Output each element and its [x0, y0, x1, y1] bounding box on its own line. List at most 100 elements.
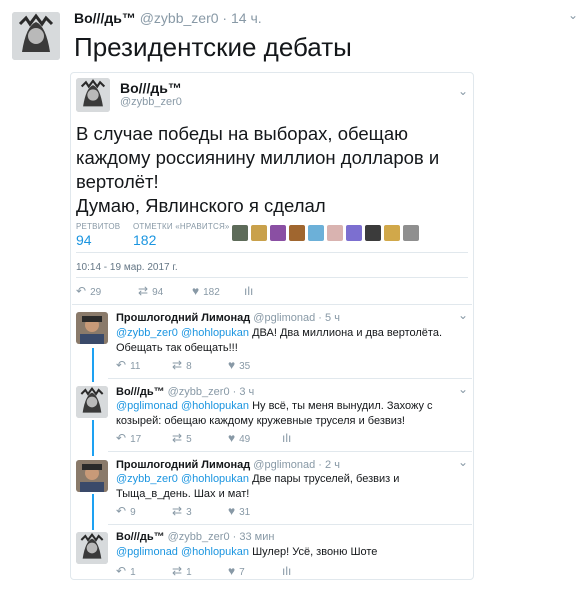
tweet-text-line: каждому россиянину миллион долларов и	[76, 147, 440, 168]
liker-avatar[interactable]	[327, 225, 343, 241]
reply-body: Шулер! Усё, звоню Шоте	[249, 546, 378, 558]
reply-time[interactable]: 2 ч	[325, 459, 340, 471]
chevron-down-icon[interactable]: ⌄	[458, 84, 468, 98]
reply-text: @pglimonad @hohlopukan Ну всё, ты меня в…	[116, 399, 468, 429]
author-handle[interactable]: @zybb_zer0	[140, 10, 219, 26]
chevron-down-icon[interactable]: ⌄	[458, 455, 468, 469]
reply-button[interactable]: ↶ 9	[116, 504, 136, 518]
avatar-image	[12, 12, 60, 60]
tweet-text-line: вертолёт!	[76, 171, 159, 192]
outer-tweet-header: Во///дь™ @zybb_zer0 · 14 ч.	[74, 10, 262, 26]
retweet-count: 1	[186, 567, 192, 578]
retweet-button[interactable]: ⇄ 1	[172, 564, 192, 578]
reply-header: Во///дь™ @zybb_zer0 · 3 ч	[116, 386, 254, 398]
reply-time[interactable]: 5 ч	[325, 312, 340, 324]
author-name[interactable]: Прошлогодний Лимонад	[116, 459, 250, 471]
likes-count[interactable]: 182	[133, 232, 156, 248]
heart-icon: ♥	[228, 564, 236, 578]
main-tweet-text: В случае победы на выборах, обещаю каждо…	[76, 122, 468, 218]
reply-button[interactable]: ↶ 17	[116, 431, 141, 445]
separator-dot: ·	[318, 459, 322, 471]
author-name[interactable]: Во///дь™	[120, 80, 182, 96]
analytics-button[interactable]: ılı	[282, 564, 295, 578]
reply-count: 9	[130, 507, 136, 518]
chevron-down-icon[interactable]: ⌄	[568, 8, 578, 22]
retweet-count: 8	[186, 361, 192, 372]
thread-line	[92, 348, 94, 382]
like-button[interactable]: ♥ 49	[228, 431, 250, 445]
tweet-text-line: Думаю, Явлинского я сделал	[76, 195, 326, 216]
reply-time[interactable]: 33 мин	[239, 531, 274, 543]
avatar[interactable]	[12, 12, 60, 60]
tweet-time[interactable]: 14 ч.	[231, 10, 262, 26]
author-name[interactable]: Во///дь™	[116, 531, 165, 543]
analytics-icon: ılı	[244, 284, 254, 298]
avatar[interactable]	[76, 460, 108, 492]
avatar[interactable]	[76, 312, 108, 344]
reply-time[interactable]: 3 ч	[239, 386, 254, 398]
liker-avatar[interactable]	[251, 225, 267, 241]
analytics-button[interactable]: ılı	[282, 431, 295, 445]
mention-link[interactable]: @zybb_zer0 @hohlopukan	[116, 473, 249, 485]
author-handle[interactable]: @zybb_zer0	[168, 531, 230, 543]
author-name[interactable]: Прошлогодний Лимонад	[116, 312, 250, 324]
mention-link[interactable]: @pglimonad @hohlopukan	[116, 546, 249, 558]
reply-button[interactable]: ↶ 29	[76, 284, 101, 298]
retweet-button[interactable]: ⇄ 5	[172, 431, 192, 445]
liker-avatar[interactable]	[365, 225, 381, 241]
reply-button[interactable]: ↶ 1	[116, 564, 136, 578]
tweet-text-line: В случае победы на выборах, обещаю	[76, 123, 409, 144]
reply-header: Прошлогодний Лимонад @pglimonad · 2 ч	[116, 459, 340, 471]
author-handle[interactable]: @pglimonad	[253, 312, 315, 324]
like-button[interactable]: ♥ 7	[228, 564, 245, 578]
retweet-button[interactable]: ⇄ 8	[172, 358, 192, 372]
avatar[interactable]	[76, 532, 108, 564]
author-handle[interactable]: @zybb_zer0	[168, 386, 230, 398]
retweet-icon: ⇄	[172, 431, 183, 445]
analytics-icon: ılı	[282, 431, 292, 445]
author-handle[interactable]: @zybb_zer0	[120, 96, 182, 108]
avatar[interactable]	[76, 78, 110, 112]
retweet-button[interactable]: ⇄ 3	[172, 504, 192, 518]
heart-icon: ♥	[192, 284, 200, 298]
liker-avatar[interactable]	[346, 225, 362, 241]
reply-count: 29	[90, 287, 102, 298]
retweet-icon: ⇄	[172, 564, 183, 578]
analytics-button[interactable]: ılı	[244, 284, 257, 298]
liker-avatar[interactable]	[308, 225, 324, 241]
like-count: 182	[203, 287, 220, 298]
like-button[interactable]: ♥ 182	[192, 284, 220, 298]
like-button[interactable]: ♥ 31	[228, 504, 250, 518]
liker-avatar[interactable]	[270, 225, 286, 241]
author-name[interactable]: Во///дь™	[74, 10, 136, 26]
heart-icon: ♥	[228, 431, 236, 445]
chevron-down-icon[interactable]: ⌄	[458, 382, 468, 396]
tweet-date[interactable]: 10:14 - 19 мар. 2017 г.	[76, 262, 178, 273]
divider	[72, 304, 472, 305]
like-button[interactable]: ♥ 35	[228, 358, 250, 372]
mention-link[interactable]: @pglimonad @hohlopukan	[116, 400, 249, 412]
retweet-icon: ⇄	[172, 358, 183, 372]
chevron-down-icon[interactable]: ⌄	[458, 308, 468, 322]
like-count: 7	[239, 567, 245, 578]
reply-count: 11	[130, 361, 141, 372]
author-handle[interactable]: @pglimonad	[253, 459, 315, 471]
liker-avatar[interactable]	[232, 225, 248, 241]
reply-button[interactable]: ↶ 11	[116, 358, 140, 372]
liker-avatar[interactable]	[289, 225, 305, 241]
retweet-button[interactable]: ⇄ 94	[138, 284, 163, 298]
author-name[interactable]: Во///дь™	[116, 386, 165, 398]
reply-header: Во///дь™ @zybb_zer0 · 33 мин	[116, 531, 274, 543]
liker-avatar[interactable]	[403, 225, 419, 241]
avatar[interactable]	[76, 386, 108, 418]
outer-tweet-text: Президентские дебаты	[74, 32, 352, 62]
separator-dot: ·	[318, 312, 322, 324]
avatar-image	[76, 386, 108, 418]
liker-avatar[interactable]	[384, 225, 400, 241]
avatar-image	[76, 460, 108, 492]
like-count: 31	[239, 507, 251, 518]
reply-icon: ↶	[116, 564, 127, 578]
retweet-count: 5	[186, 434, 192, 445]
mention-link[interactable]: @zybb_zer0 @hohlopukan	[116, 327, 249, 339]
retweets-count[interactable]: 94	[76, 232, 92, 248]
